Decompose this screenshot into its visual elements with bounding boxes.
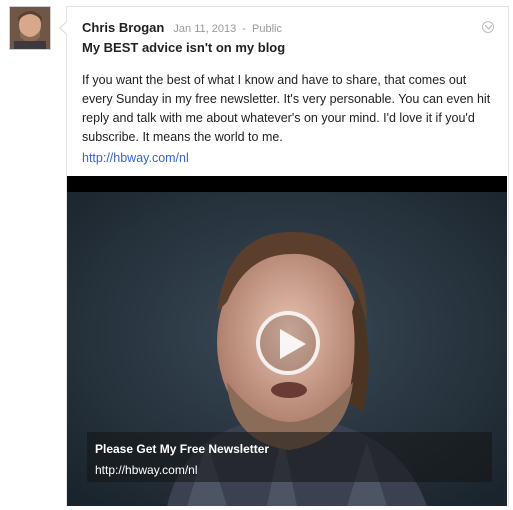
author-name[interactable]: Chris Brogan (82, 20, 164, 35)
visibility-label[interactable]: Public (252, 23, 282, 35)
post-date[interactable]: Jan 11, 2013 (173, 23, 236, 35)
header-separator: - (242, 23, 246, 35)
post-title: My BEST advice isn't on my blog (82, 40, 286, 55)
post-body: If you want the best of what I know and … (82, 73, 491, 144)
post-link[interactable]: http://hbway.com/nl (82, 151, 189, 165)
video-caption: Please Get My Free Newsletter http://hbw… (87, 432, 492, 482)
video-caption-url[interactable]: http://hbway.com/nl (95, 463, 198, 477)
avatar[interactable] (9, 6, 51, 50)
play-icon[interactable] (256, 311, 320, 375)
video-player[interactable]: Please Get My Free Newsletter http://hbw… (67, 176, 507, 506)
chevron-down-icon[interactable] (482, 21, 494, 33)
post-header: Chris Brogan Jan 11, 2013 - Public (82, 21, 282, 36)
video-caption-title[interactable]: Please Get My Free Newsletter (95, 442, 269, 456)
